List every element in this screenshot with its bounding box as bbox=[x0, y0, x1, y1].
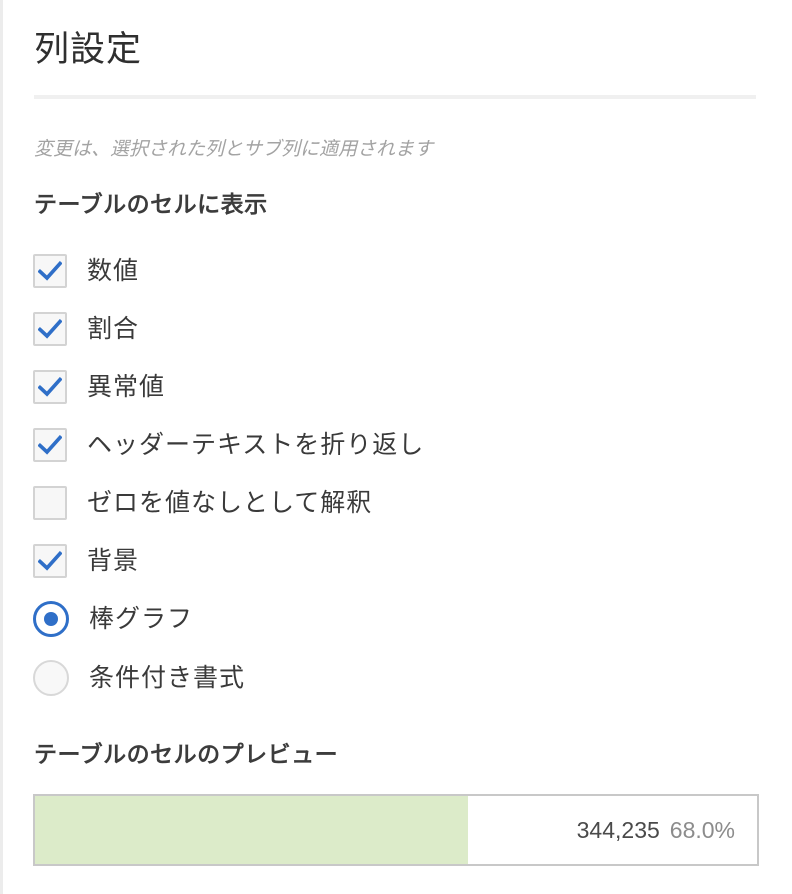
percent-checkbox[interactable] bbox=[33, 312, 67, 346]
option-conditional-format[interactable]: 条件付き書式 bbox=[33, 659, 245, 697]
bar-chart-radio[interactable] bbox=[33, 601, 69, 637]
wrap-header-checkbox[interactable] bbox=[33, 428, 67, 462]
number-label: 数値 bbox=[87, 256, 140, 285]
option-wrap-header[interactable]: ヘッダーテキストを折り返し bbox=[33, 426, 424, 464]
anomaly-label: 異常値 bbox=[87, 372, 166, 401]
radio-selected-dot bbox=[44, 612, 58, 626]
zero-as-no-value-checkbox[interactable] bbox=[33, 486, 67, 520]
panel-title: 列設定 bbox=[34, 30, 143, 70]
option-zero-as-no-value[interactable]: ゼロを値なしとして解釈 bbox=[33, 484, 372, 522]
background-label: 背景 bbox=[87, 546, 140, 575]
checkmark-icon bbox=[38, 551, 62, 571]
percent-label: 割合 bbox=[87, 314, 140, 343]
preview-percent: 68.0% bbox=[669, 816, 735, 843]
checkmark-icon bbox=[38, 319, 62, 339]
option-background[interactable]: 背景 bbox=[33, 542, 139, 580]
table-cell-preview: 344,235 68.0% bbox=[33, 794, 759, 866]
display-section-heading: テーブルのセルに表示 bbox=[34, 192, 268, 218]
option-number[interactable]: 数値 bbox=[33, 252, 139, 290]
checkmark-icon bbox=[38, 261, 62, 281]
anomaly-checkbox[interactable] bbox=[33, 370, 67, 404]
bar-chart-label: 棒グラフ bbox=[89, 604, 194, 633]
panel-left-border bbox=[0, 0, 3, 894]
preview-section-heading: テーブルのセルのプレビュー bbox=[34, 742, 339, 768]
option-percent[interactable]: 割合 bbox=[33, 310, 139, 348]
option-bar-chart[interactable]: 棒グラフ bbox=[33, 600, 193, 638]
preview-values: 344,235 68.0% bbox=[577, 796, 735, 864]
zero-as-no-value-label: ゼロを値なしとして解釈 bbox=[87, 488, 373, 517]
conditional-format-label: 条件付き書式 bbox=[89, 663, 246, 692]
preview-number: 344,235 bbox=[576, 816, 660, 843]
wrap-header-label: ヘッダーテキストを折り返し bbox=[87, 430, 425, 459]
checkmark-icon bbox=[38, 435, 62, 455]
checkmark-icon bbox=[38, 377, 62, 397]
option-anomaly[interactable]: 異常値 bbox=[33, 368, 165, 406]
preview-bar-fill bbox=[35, 796, 469, 864]
apply-hint: 変更は、選択された列とサブ列に適用されます bbox=[34, 138, 434, 160]
conditional-format-radio[interactable] bbox=[33, 660, 69, 696]
number-checkbox[interactable] bbox=[33, 254, 67, 288]
title-divider bbox=[34, 95, 756, 99]
background-checkbox[interactable] bbox=[33, 544, 67, 578]
